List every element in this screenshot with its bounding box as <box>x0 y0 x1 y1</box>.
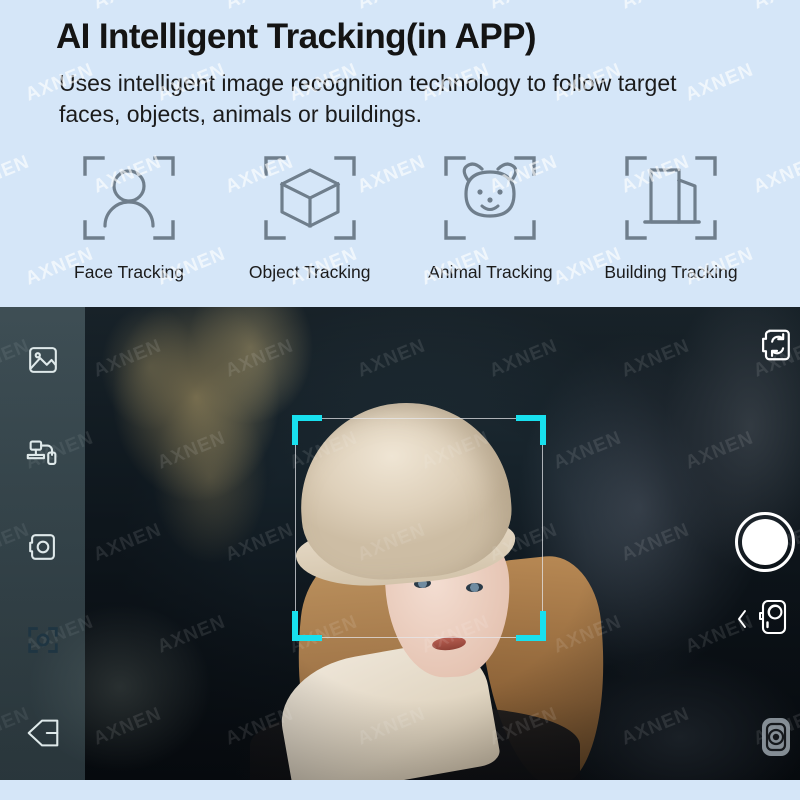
feature-face-tracking: Face Tracking <box>44 148 214 283</box>
feature-object-tracking: Object Tracking <box>225 148 395 283</box>
mode-prev-button[interactable] <box>734 607 750 631</box>
bracket-corner-bottom-right <box>516 611 546 641</box>
action-camera-icon <box>756 595 790 639</box>
ai-tracking-button[interactable] <box>0 593 85 686</box>
object-tracking-icon <box>256 148 364 248</box>
feature-label: Object Tracking <box>248 262 371 282</box>
bracket-corner-top-left <box>292 415 322 445</box>
footer-strip <box>0 780 800 800</box>
camera-mode-icon <box>25 528 61 566</box>
feature-building-tracking: Building Tracking <box>586 148 756 283</box>
bracket-corner-top-right <box>516 415 546 445</box>
feature-label: Building Tracking <box>604 262 738 282</box>
focus-tracking-icon <box>23 621 63 659</box>
camera-left-toolbar <box>0 307 85 780</box>
header-section: AI Intelligent Tracking(in APP) Uses int… <box>0 0 800 307</box>
page-subtitle: Uses intelligent image recognition techn… <box>59 70 677 127</box>
back-button[interactable] <box>0 687 85 780</box>
feature-label: Face Tracking <box>74 262 184 282</box>
gallery-icon <box>24 341 62 379</box>
gallery-button[interactable] <box>0 313 85 406</box>
page-title: AI Intelligent Tracking(in APP) <box>56 17 536 56</box>
camera-mode-button[interactable] <box>0 500 85 593</box>
back-arrow-icon <box>21 713 65 753</box>
subject-tracking-bracket <box>292 415 546 641</box>
promo-page: AI Intelligent Tracking(in APP) Uses int… <box>0 0 800 800</box>
building-tracking-icon <box>617 148 725 248</box>
gimbal-icon <box>23 434 63 472</box>
switch-camera-button[interactable] <box>756 325 794 365</box>
bracket-corner-bottom-left <box>292 611 322 641</box>
camera-thumbnail-icon <box>756 712 796 762</box>
shutter-button[interactable] <box>735 512 795 572</box>
feature-list: Face Tracking Object Tracking Animal Tra… <box>44 148 756 283</box>
camera-flip-icon <box>756 325 794 365</box>
animal-tracking-icon <box>436 148 544 248</box>
feature-label: Animal Tracking <box>428 262 553 282</box>
gimbal-mode-button[interactable] <box>0 406 85 499</box>
chevron-left-icon <box>734 607 750 631</box>
device-preview-button[interactable] <box>756 712 796 762</box>
shutter-icon <box>742 519 788 565</box>
device-mode-button[interactable] <box>756 595 790 639</box>
feature-animal-tracking: Animal Tracking <box>405 148 575 283</box>
face-tracking-icon <box>75 148 183 248</box>
